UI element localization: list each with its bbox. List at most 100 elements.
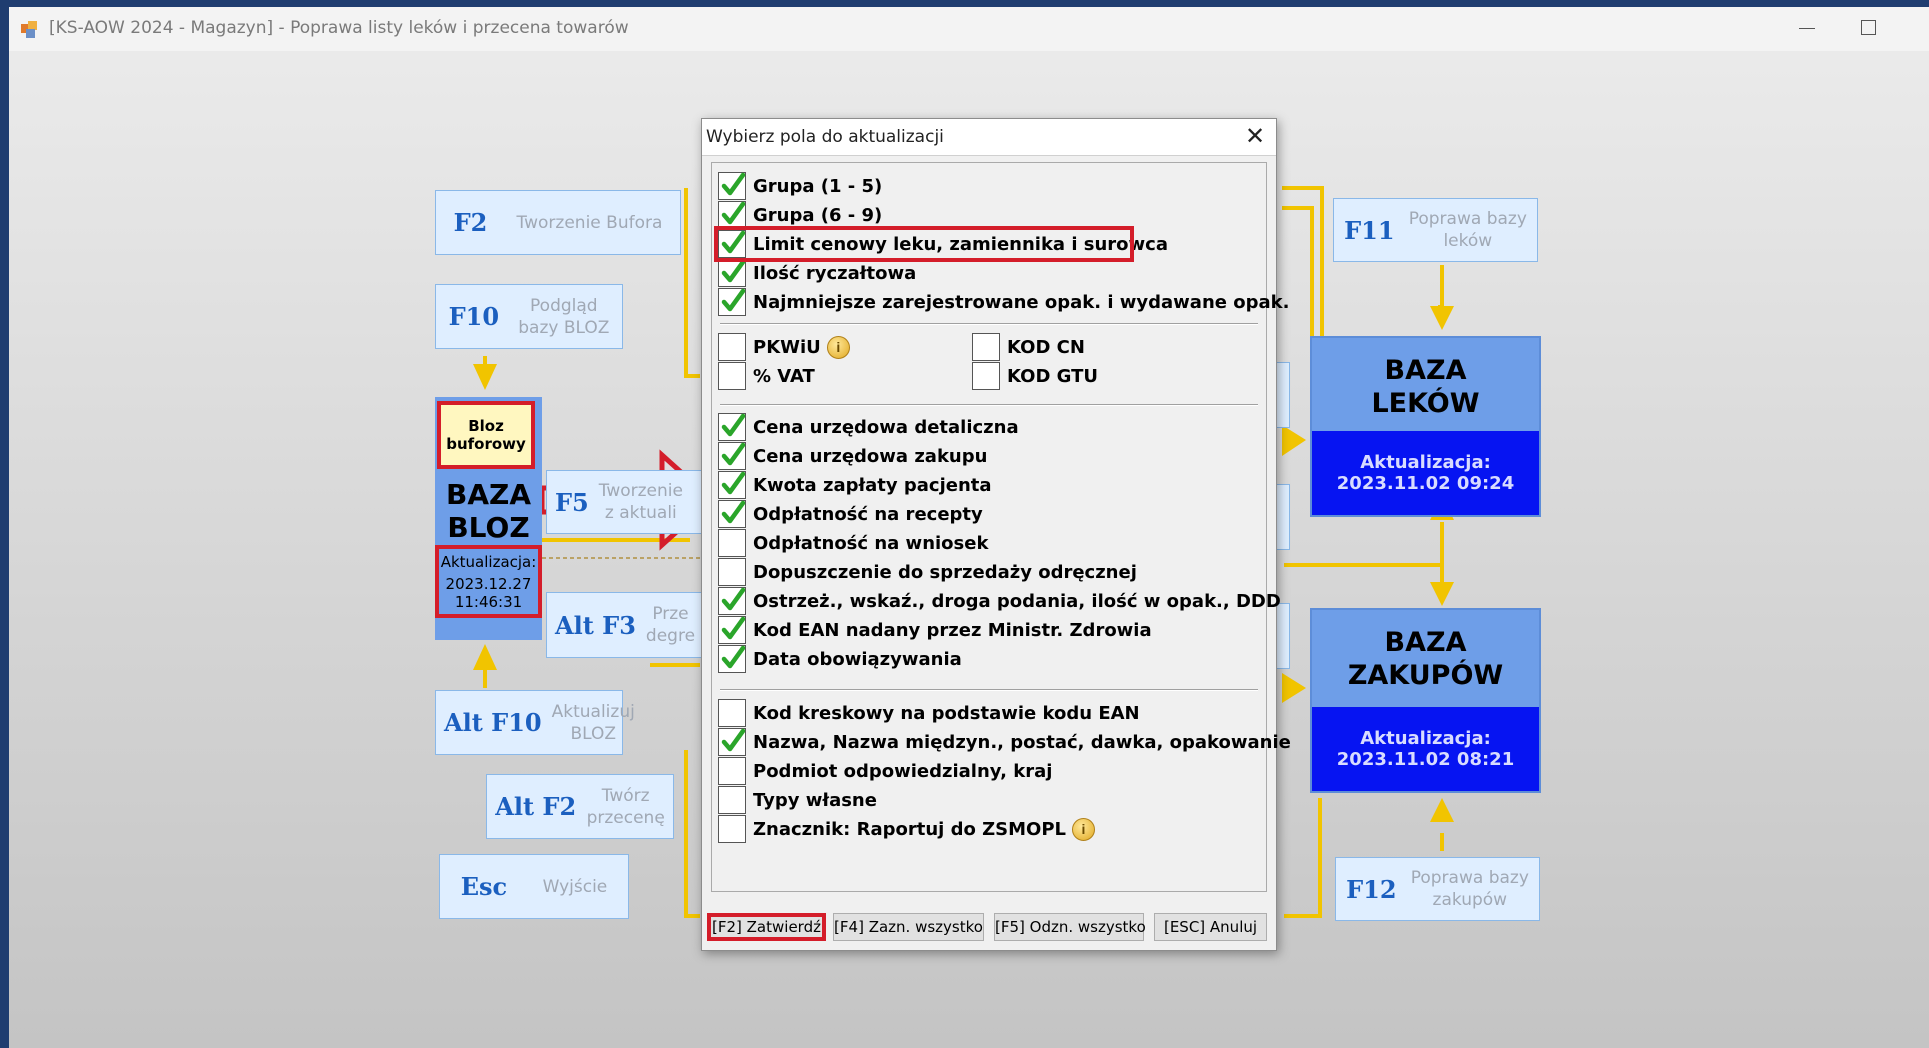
checkbox-checked[interactable] [718,172,746,200]
checkbox-row[interactable]: Najmniejsze zarejestrowane opak. i wydaw… [718,288,1289,316]
alt-f2-description: Twórz przecenę [586,785,665,828]
bloz-update-info: Aktualizacja: 2023.12.27 11:46:31 [435,545,542,618]
bloz-update-label: Aktualizacja: [440,552,537,571]
baza-zakupow-title: BAZA ZAKUPÓW [1312,626,1539,692]
checkbox-row[interactable]: Kod EAN nadany przez Ministr. Zdrowia [718,616,1152,644]
checkbox-unchecked[interactable] [718,815,746,843]
alt-f10-button[interactable]: Alt F10 Aktualizuj BLOZ [435,690,635,755]
esc-button[interactable]: Esc Wyjście [439,854,629,919]
close-icon[interactable]: ✕ [1242,124,1268,150]
checkbox-row[interactable]: Data obowiązywania [718,645,962,673]
checkbox-row[interactable]: Ostrzeż., wskaź., droga podania, ilość w… [718,587,1281,615]
checkbox-unchecked[interactable] [972,362,1000,390]
f12-button[interactable]: F12 Poprawa bazy zakupów [1335,857,1540,921]
deselect-all-button[interactable]: [F5] Odzn. wszystko [994,913,1146,941]
checkbox-checked[interactable] [718,616,746,644]
checkbox-row[interactable]: Odpłatność na wniosek [718,529,988,557]
checkbox-row[interactable]: Grupa (6 - 9) [718,201,882,229]
f10-description: Podgląd bazy BLOZ [518,295,610,338]
checkbox-row[interactable]: KOD CN [972,333,1085,361]
f10-button[interactable]: F10 Podgląd bazy BLOZ [435,284,623,349]
cancel-button[interactable]: [ESC] Anuluj [1154,913,1267,941]
select-fields-dialog: Wybierz pola do aktualizacji ✕ Grupa (1 … [701,118,1291,951]
checkbox-row[interactable]: Nazwa, Nazwa międzyn., postać, dawka, op… [718,728,1291,756]
checkbox-label: KOD CN [1007,336,1085,358]
checkbox-unchecked[interactable] [718,558,746,586]
checkbox-row[interactable]: Cena urzędowa detaliczna [718,413,1019,441]
info-icon[interactable]: i [1071,817,1095,841]
checkbox-row[interactable]: Kod kreskowy na podstawie kodu EAN [718,699,1140,727]
checkbox-checked[interactable] [718,201,746,229]
fields-panel: Grupa (1 - 5) Grupa (6 - 9) Limit cenowy l… [711,162,1291,892]
checkbox-label: Grupa (6 - 9) [753,204,883,226]
separator [720,404,1258,406]
baza-lekow-title-line1: BAZA [1384,355,1467,386]
checkbox-unchecked[interactable] [718,757,746,785]
checkbox-row[interactable]: KOD GTU [972,362,1098,390]
info-icon[interactable]: i [826,335,850,359]
select-all-button[interactable]: [F4] Zazn. wszystko [833,913,984,941]
checkbox-row[interactable]: Cena urzędowa zakupu [718,442,987,470]
alt-f3-key-label: Alt F3 [555,610,636,640]
baza-bloz-title-line1: BAZA [446,478,531,511]
checkbox-row[interactable]: Podmiot odpowiedzialny, kraj [718,757,1052,785]
checkbox-checked[interactable] [718,413,746,441]
checkbox-checked[interactable] [718,500,746,528]
checkbox-checked[interactable] [718,471,746,499]
checkbox-checked[interactable] [718,728,746,756]
checkbox-row[interactable]: Grupa (1 - 5) [718,172,882,200]
checkbox-unchecked[interactable] [718,333,746,361]
checkbox-label: Kwota zapłaty pacjenta [753,474,992,496]
checkbox-label: Dopuszczenie do sprzedaży odręcznej [753,561,1137,583]
f11-key-label: F11 [1344,215,1395,245]
checkbox-label: Najmniejsze zarejestrowane opak. i wydaw… [753,291,1290,313]
f2-button[interactable]: F2 Tworzenie Bufora [435,190,681,255]
checkbox-unchecked[interactable] [972,333,1000,361]
checkbox-checked[interactable] [718,645,746,673]
f11-description: Poprawa bazy leków [1408,209,1527,251]
checkbox-row[interactable]: Dopuszczenie do sprzedaży odręcznej [718,558,1137,586]
checkbox-checked[interactable] [718,442,746,470]
bloz-buffer-label: Bloz buforowy [437,401,535,469]
baza-lekow-update-label: Aktualizacja: [1360,452,1491,473]
checkbox-unchecked[interactable] [718,699,746,727]
f12-description: Poprawa bazy zakupów [1410,868,1529,910]
checkbox-row[interactable]: % VAT [718,362,815,390]
checkbox-row[interactable]: Odpłatność na recepty [718,500,983,528]
checkbox-label: Znacznik: Raportuj do ZSMOPL [753,818,1066,840]
checkbox-checked[interactable] [718,288,746,316]
separator [720,689,1258,691]
f2-description: Tworzenie Bufora [516,212,663,233]
f11-button[interactable]: F11 Poprawa bazy leków [1333,198,1538,262]
checkbox-label: Odpłatność na wniosek [753,532,989,554]
alt-f3-button[interactable]: Alt F3 Prze degre [546,592,706,658]
checkbox-label: Cena urzędowa detaliczna [753,416,1019,438]
checkbox-row[interactable]: Ilość ryczałtowa [718,259,916,287]
f5-description: Tworzenie z aktuali [598,481,683,523]
bloz-update-date: 2023.12.27 [445,574,532,593]
alt-f2-button[interactable]: Alt F2 Twórz przecenę [486,774,674,839]
checkbox-unchecked[interactable] [718,362,746,390]
checkbox-unchecked[interactable] [718,786,746,814]
checkbox-checked[interactable] [718,259,746,287]
esc-description: Wyjście [542,876,608,897]
checkbox-checked[interactable] [718,587,746,615]
confirm-button[interactable]: [F2] Zatwierdź [707,913,826,941]
checkbox-unchecked[interactable] [718,529,746,557]
separator [720,323,1258,325]
checkbox-row[interactable]: PKWiU i [718,333,850,361]
checkbox-label: Podmiot odpowiedzialny, kraj [753,760,1053,782]
checkbox-row[interactable]: Znacznik: Raportuj do ZSMOPL i [718,815,1095,843]
baza-zakupow-panel: BAZA ZAKUPÓW Aktualizacja: 2023.11.02 08… [1310,608,1541,793]
baza-lekow-title: BAZA LEKÓW [1312,354,1539,420]
bloz-buffer-line1: Bloz [468,417,504,435]
alt-f10-key-label: Alt F10 [444,708,542,737]
bloz-update-time: 11:46:31 [454,592,523,611]
checkbox-row[interactable]: Kwota zapłaty pacjenta [718,471,992,499]
f5-button[interactable]: F5 Tworzenie z aktuali [546,470,706,534]
f5-key-label: F5 [555,487,589,517]
baza-zakupow-update-label: Aktualizacja: [1360,728,1491,749]
checkbox-row[interactable]: Typy własne [718,786,877,814]
checkbox-label: Odpłatność na recepty [753,503,983,525]
checkbox-label: Kod kreskowy na podstawie kodu EAN [753,702,1140,724]
